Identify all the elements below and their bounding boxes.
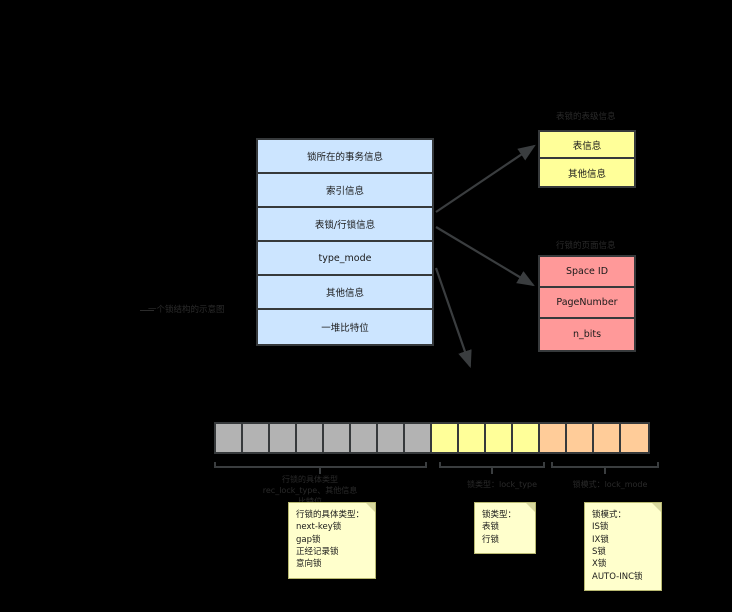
bracket-lock-mode [551, 462, 659, 474]
bit-cell [594, 424, 621, 452]
arrow-to-page-info [435, 226, 535, 287]
bit-cell [621, 424, 648, 452]
note-line: X锁 [592, 559, 607, 570]
note-fold-icon [366, 503, 375, 512]
bit-field-bar [214, 422, 650, 454]
rec-lock-type-note: 行锁的具体类型： next-key锁 gap锁 正经记录锁 意向锁 [288, 502, 376, 579]
note-line: 锁模式： [592, 510, 627, 520]
table-info-row: 表信息 [540, 132, 634, 159]
note-line: IS锁 [592, 522, 609, 533]
note-line: 正经记录锁 [296, 546, 339, 557]
bracket-rec-lock-type [214, 462, 427, 474]
bracket-label-line: 锁类型：lock_type [466, 480, 538, 489]
lock-type-note: 锁类型： 表锁 行锁 [474, 502, 536, 554]
table-info-row: 其他信息 [540, 159, 634, 186]
structure-caption: 一个锁结构的示意图 [148, 305, 225, 315]
bracket-lock-type [439, 462, 545, 474]
bit-cell [243, 424, 270, 452]
lock-structure-row: 其他信息 [258, 276, 432, 310]
note-fold-icon [652, 503, 661, 512]
page-info-row: n_bits [540, 319, 634, 350]
bit-cell [432, 424, 459, 452]
bit-cell [216, 424, 243, 452]
note-line: AUTO-INC锁 [592, 571, 643, 582]
bit-cell [351, 424, 378, 452]
bracket-label-lock-type: 锁类型：lock_type [442, 479, 562, 490]
note-line: 意向锁 [296, 559, 322, 570]
page-info-title: 行锁的页面信息 [556, 241, 616, 251]
bit-cell [540, 424, 567, 452]
bit-cell [567, 424, 594, 452]
bit-cell [270, 424, 297, 452]
bit-cell [513, 424, 540, 452]
note-line: 锁类型： [482, 510, 517, 520]
note-line: 表锁 [482, 522, 500, 533]
lock-structure-row: 表锁/行锁信息 [258, 208, 432, 242]
note-line: S锁 [592, 546, 606, 557]
note-line: next-key锁 [296, 522, 342, 533]
lock-structure-row: 一堆比特位 [258, 310, 432, 344]
bit-cell [405, 424, 432, 452]
table-info-box: 表信息 其他信息 [538, 130, 636, 188]
page-info-box: Space ID PageNumber n_bits [538, 255, 636, 352]
lock-mode-note: 锁模式： IS锁 IX锁 S锁 X锁 AUTO-INC锁 [584, 502, 662, 591]
bit-cell [378, 424, 405, 452]
lock-structure-row: type_mode [258, 242, 432, 276]
bracket-label-lock-mode: 锁模式：lock_mode [550, 479, 670, 490]
bracket-label-line: 行锁的具体类型 [282, 475, 338, 484]
note-line: 行锁 [482, 534, 500, 545]
bit-cell [297, 424, 324, 452]
bit-cell [459, 424, 486, 452]
note-line: IX锁 [592, 534, 609, 545]
note-line: 行锁的具体类型： [296, 510, 365, 520]
table-info-title: 表锁的表级信息 [556, 112, 616, 122]
arrow-to-bit-bar [434, 267, 472, 369]
lock-structure-row: 索引信息 [258, 174, 432, 208]
bracket-label-line: 锁模式：lock_mode [572, 480, 648, 489]
page-info-row: PageNumber [540, 288, 634, 319]
lock-structure-box: 锁所在的事务信息 索引信息 表锁/行锁信息 type_mode 其他信息 一堆比… [256, 138, 434, 346]
bit-cell [324, 424, 351, 452]
lock-structure-row: 锁所在的事务信息 [258, 140, 432, 174]
arrow-to-table-info [435, 144, 536, 213]
note-fold-icon [526, 503, 535, 512]
bracket-label-line: rec_lock_type、其他信息 [262, 486, 358, 495]
page-info-row: Space ID [540, 257, 634, 288]
bit-cell [486, 424, 513, 452]
note-line: gap锁 [296, 534, 321, 545]
